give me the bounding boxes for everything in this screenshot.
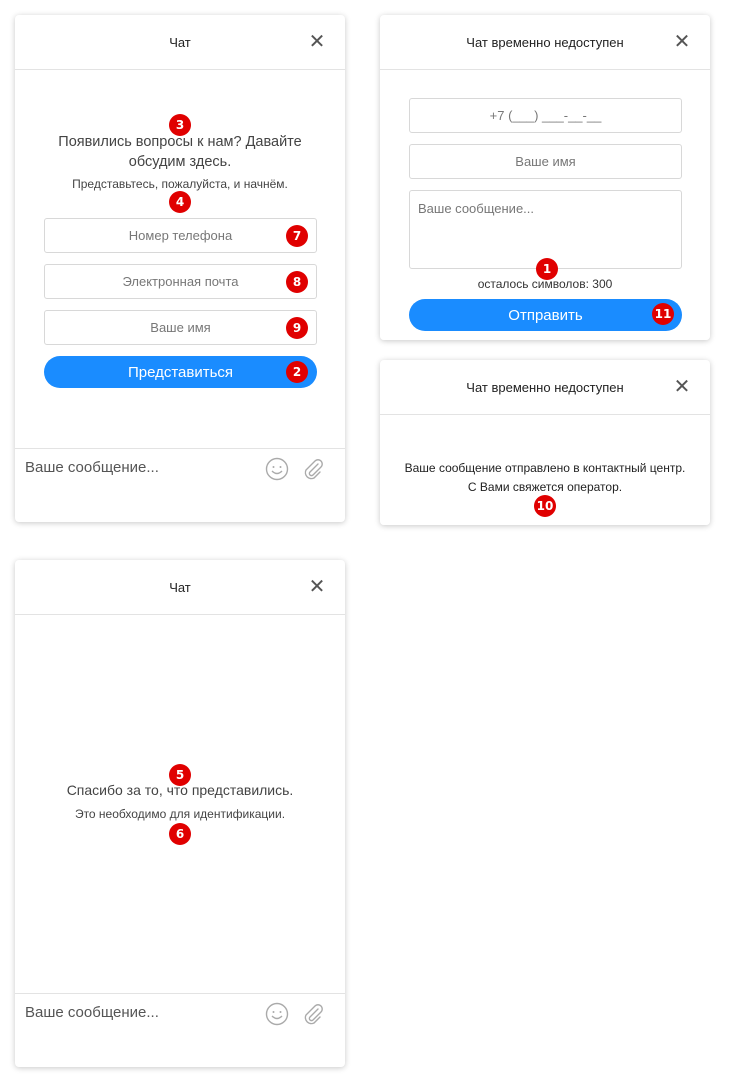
chat-panel-intro: Чат ✕ Появились вопросы к нам? Давайте о… <box>15 15 345 522</box>
panel-title: Чат <box>169 34 191 50</box>
phone-input[interactable]: +7 (___) ___-__-__ <box>409 98 682 133</box>
close-icon[interactable]: ✕ <box>672 32 692 52</box>
panel-header: Чат временно недоступен ✕ <box>380 15 710 70</box>
badge-7: 7 <box>286 225 308 247</box>
badge-4: 4 <box>169 191 191 213</box>
badge-6: 6 <box>169 823 191 845</box>
badge-1: 1 <box>536 258 558 280</box>
name-input[interactable]: Ваше имя <box>409 144 682 179</box>
identification-note: Это необходимо для идентификации. <box>74 807 286 821</box>
panel-header: Чат временно недоступен ✕ <box>380 360 710 415</box>
paperclip-icon[interactable] <box>301 457 325 486</box>
sent-message-line1: Ваше сообщение отправлено в контактный ц… <box>404 461 686 475</box>
close-icon[interactable]: ✕ <box>307 577 327 597</box>
badge-11: 11 <box>652 303 674 325</box>
badge-5: 5 <box>169 764 191 786</box>
smile-icon[interactable] <box>265 457 289 486</box>
badge-8: 8 <box>286 271 308 293</box>
badge-10: 10 <box>534 495 556 517</box>
badge-9: 9 <box>286 317 308 339</box>
phone-input[interactable]: Номер телефона <box>44 218 317 253</box>
close-icon[interactable]: ✕ <box>307 32 327 52</box>
intro-question: Появились вопросы к нам? Давайте обсудим… <box>58 134 302 170</box>
badge-2: 2 <box>286 361 308 383</box>
smile-icon[interactable] <box>265 1002 289 1031</box>
email-input[interactable]: Электронная почта <box>44 264 317 299</box>
message-input[interactable]: Ваше сообщение... <box>25 459 159 476</box>
paperclip-icon[interactable] <box>301 1002 325 1031</box>
panel-header: Чат ✕ <box>15 560 345 615</box>
message-footer: Ваше сообщение... <box>15 448 345 522</box>
panel-title: Чат временно недоступен <box>466 34 624 50</box>
sent-message-line2: С Вами свяжется оператор. <box>467 480 623 494</box>
panel-title: Чат <box>169 579 191 595</box>
panel-title: Чат временно недоступен <box>466 379 624 395</box>
message-footer: Ваше сообщение... <box>15 993 345 1067</box>
introduce-button[interactable]: Представиться <box>44 356 317 388</box>
panel-header: Чат ✕ <box>15 15 345 70</box>
intro-text: Представьтесь, пожалуйста, и начнём. <box>72 177 288 191</box>
badge-3: 3 <box>169 114 191 136</box>
send-button[interactable]: Отправить <box>409 299 682 331</box>
name-input[interactable]: Ваше имя <box>44 310 317 345</box>
close-icon[interactable]: ✕ <box>672 377 692 397</box>
panel-fade <box>380 332 710 340</box>
chat-panel-offline-form: Чат временно недоступен ✕ +7 (___) ___-_… <box>380 15 710 340</box>
chat-panel-thanks: Чат ✕ Спасибо за то, что представились. … <box>15 560 345 1067</box>
message-input[interactable]: Ваше сообщение... <box>25 1004 159 1021</box>
